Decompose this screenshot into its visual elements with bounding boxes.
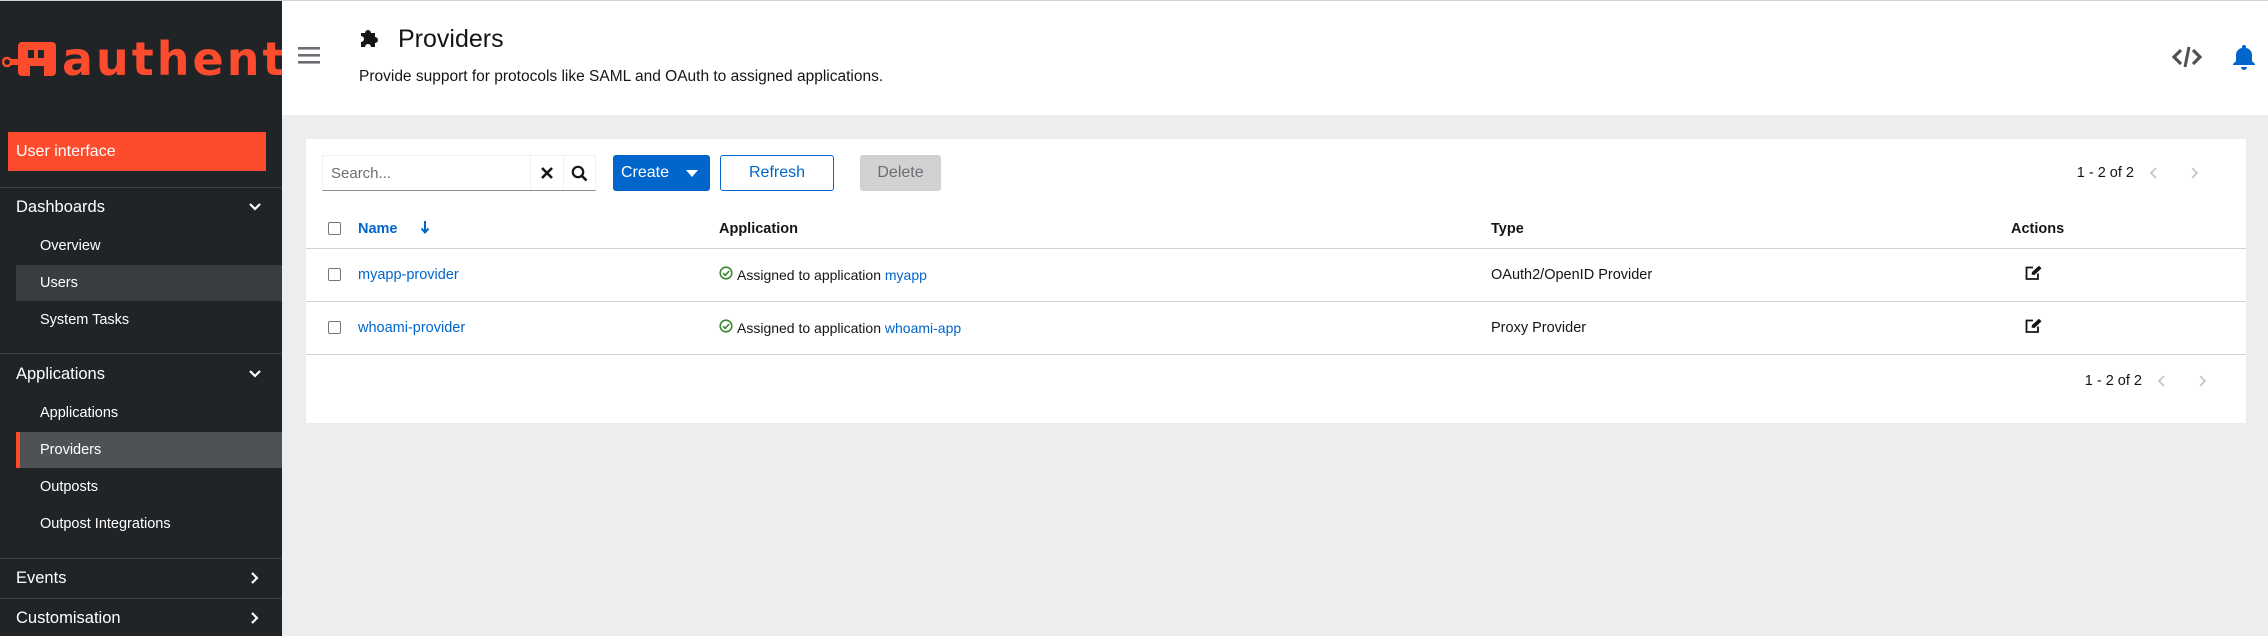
check-circle-icon — [719, 319, 733, 336]
column-header-label: Name — [358, 220, 398, 237]
nav-group-label: Events — [16, 568, 67, 587]
search-input[interactable] — [323, 156, 530, 190]
divider — [0, 353, 282, 354]
sidebar-item-system-tasks[interactable]: System Tasks — [16, 302, 282, 338]
row-select-cell — [306, 301, 358, 355]
sort-down-icon — [420, 220, 430, 238]
code-icon[interactable] — [2171, 45, 2203, 74]
pagination-top: 1 - 2 of 2 — [2077, 155, 2214, 191]
hamburger-menu-icon[interactable] — [298, 45, 322, 65]
application-link[interactable]: whoami-app — [885, 320, 961, 336]
user-interface-link[interactable]: User interface — [8, 132, 266, 171]
page-title: Providers — [398, 25, 504, 53]
sidebar-item-users[interactable]: Users — [16, 265, 282, 301]
column-header-name[interactable]: Name — [358, 210, 719, 249]
check-circle-icon — [719, 266, 733, 283]
edit-icon[interactable] — [2025, 318, 2043, 334]
assigned-text: Assigned to application — [737, 266, 881, 283]
sidebar-item-providers[interactable]: Providers — [16, 432, 282, 468]
sidebar: authentik User interface Dashboards Over… — [0, 0, 337, 636]
pagination-bottom: 1 - 2 of 2 — [2085, 363, 2222, 399]
column-header-actions: Actions — [2011, 210, 2246, 249]
nav-group-customisation[interactable]: Customisation — [0, 600, 282, 636]
page-header: Providers Provide support for protocols … — [282, 0, 2268, 115]
provider-link[interactable]: myapp-provider — [358, 267, 459, 283]
actions-cell — [2011, 301, 2246, 355]
nav-group-label: Dashboards — [16, 197, 105, 216]
nav-group-label: Customisation — [16, 608, 121, 627]
page-description: Provide support for protocols like SAML … — [359, 68, 884, 85]
nav-group-applications[interactable]: Applications — [0, 356, 282, 392]
pagination-text: 1 - 2 of 2 — [2076, 165, 2134, 181]
create-button[interactable]: Create — [613, 155, 710, 191]
table-row: whoami-provider Assigned to application … — [306, 301, 2246, 355]
divider — [0, 598, 282, 599]
assigned-text: Assigned to application — [737, 319, 881, 336]
nav-group-label: Applications — [16, 364, 105, 383]
divider — [0, 558, 282, 559]
application-cell: Assigned to application myapp — [719, 248, 1491, 302]
search-icon[interactable] — [562, 156, 595, 190]
authentik-logo-icon — [2, 42, 56, 76]
close-icon[interactable] — [530, 156, 563, 190]
row-checkbox[interactable] — [328, 268, 341, 282]
chevron-right-icon[interactable] — [2182, 366, 2222, 396]
application-cell: Assigned to application whoami-app — [719, 301, 1491, 355]
column-header-application: Application — [719, 210, 1491, 249]
chevron-down-icon — [244, 363, 266, 385]
name-cell: whoami-provider — [358, 301, 719, 355]
pagination-text: 1 - 2 of 2 — [2084, 373, 2142, 389]
refresh-button[interactable]: Refresh — [720, 155, 834, 191]
search-group — [322, 155, 596, 191]
sidebar-item-applications[interactable]: Applications — [16, 395, 282, 431]
column-header-type: Type — [1491, 210, 2011, 249]
chevron-left-icon[interactable] — [2134, 158, 2174, 188]
divider — [0, 187, 282, 188]
caret-down-icon — [686, 170, 698, 177]
nav-group-dashboards[interactable]: Dashboards — [0, 189, 282, 225]
create-button-label: Create — [621, 164, 670, 181]
select-all-checkbox[interactable] — [328, 222, 341, 236]
provider-link[interactable]: whoami-provider — [358, 320, 465, 336]
sidebar-item-outposts[interactable]: Outposts — [16, 469, 282, 505]
type-cell: Proxy Provider — [1491, 301, 2011, 355]
chevron-right-icon — [244, 607, 266, 629]
name-cell: myapp-provider — [358, 248, 719, 302]
providers-card: Create Refresh Delete 1 - 2 of 2 Name — [306, 139, 2246, 423]
table-row: myapp-provider Assigned to application m… — [306, 248, 2246, 302]
row-select-cell — [306, 248, 358, 302]
table-header-row: Name Application Type Actions — [306, 210, 2246, 249]
delete-button[interactable]: Delete — [860, 155, 941, 191]
toolbar: Create Refresh Delete 1 - 2 of 2 — [322, 155, 2230, 193]
providers-table: Name Application Type Actions myapp-prov… — [306, 210, 2246, 355]
brand[interactable]: authentik — [0, 1, 337, 117]
chevron-left-icon[interactable] — [2142, 366, 2182, 396]
actions-cell — [2011, 248, 2246, 302]
chevron-right-icon — [244, 567, 266, 589]
sidebar-item-overview[interactable]: Overview — [16, 228, 282, 264]
type-cell: OAuth2/OpenID Provider — [1491, 248, 2011, 302]
nav-group-events[interactable]: Events — [0, 560, 282, 596]
puzzle-icon — [358, 26, 382, 53]
row-checkbox[interactable] — [328, 321, 341, 335]
chevron-down-icon — [244, 196, 266, 218]
application-link[interactable]: myapp — [885, 267, 927, 283]
chevron-right-icon[interactable] — [2174, 158, 2214, 188]
page-title-row: Providers — [358, 25, 504, 54]
sidebar-item-outpost-integrations[interactable]: Outpost Integrations — [16, 506, 282, 542]
select-all-cell — [306, 210, 358, 249]
edit-icon[interactable] — [2025, 265, 2043, 281]
bell-icon[interactable] — [2232, 43, 2256, 76]
